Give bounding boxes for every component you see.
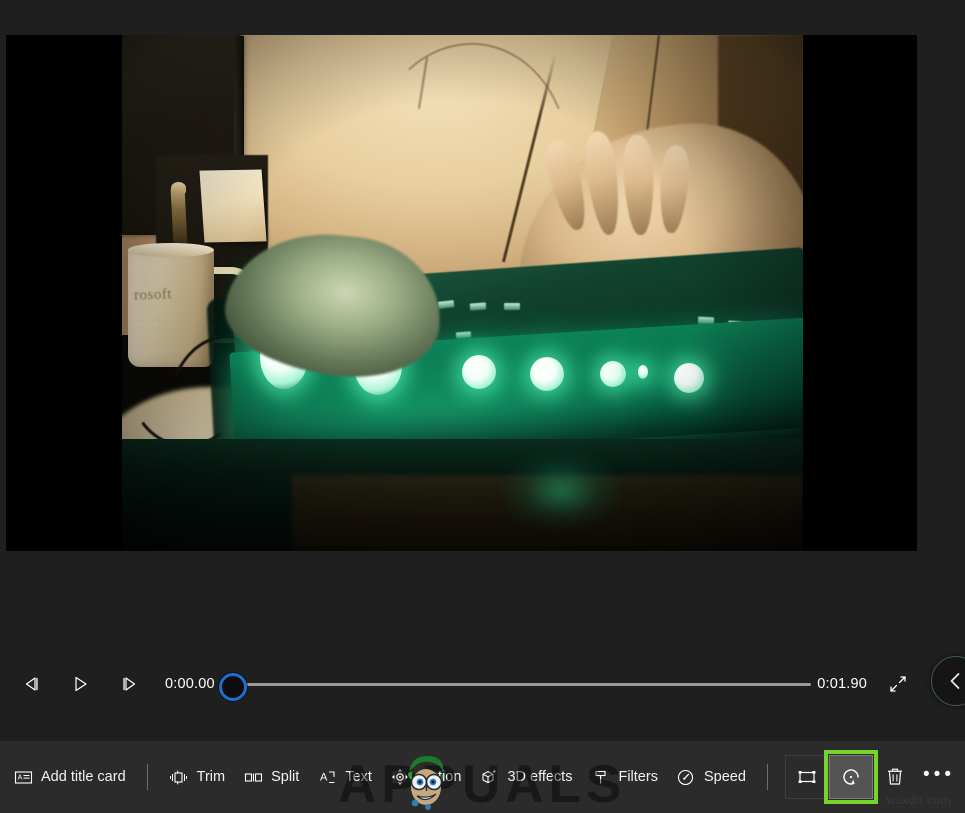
editor-toolbar: A Add title card Trim Split A Text Motio…	[0, 741, 965, 813]
video-frame: rosoft . . . . . .	[122, 35, 803, 551]
ellipsis-icon: •••	[923, 763, 955, 785]
toolbar-item-label: Trim	[196, 769, 226, 785]
title-card-icon: A	[13, 767, 33, 787]
scene-desk-reflection	[502, 451, 622, 531]
toolbar-item-label: Motion	[417, 769, 462, 785]
fullscreen-button[interactable]	[877, 664, 919, 704]
play-button[interactable]	[60, 664, 100, 704]
toolbar-item-motion[interactable]: Motion	[381, 757, 471, 797]
speed-icon	[676, 767, 696, 787]
scene-mug-subtext: . . . . . .	[136, 315, 167, 323]
previous-frame-icon	[25, 677, 38, 691]
preview-stage: rosoft . . . . . . 0:00.00 0:01.90	[0, 0, 965, 741]
chevron-left-icon	[950, 673, 960, 689]
toolbar-item-add-title-card[interactable]: A Add title card	[4, 757, 135, 797]
previous-frame-button[interactable]	[12, 664, 52, 704]
next-frame-button[interactable]	[109, 664, 149, 704]
scene-keycap	[504, 303, 520, 310]
rotate-icon	[843, 769, 859, 785]
split-icon	[243, 767, 263, 787]
toolbar-item-label: Speed	[703, 769, 746, 785]
scrubber[interactable]	[218, 664, 812, 704]
scene-mug-rim	[128, 243, 214, 257]
scene-led	[600, 361, 626, 387]
scene-led	[462, 355, 496, 389]
next-frame-icon	[123, 677, 136, 691]
toolbar-item-trim[interactable]: Trim	[160, 757, 234, 797]
three-d-effects-icon	[479, 767, 499, 787]
toolbar-separator	[766, 764, 768, 790]
svg-text:A: A	[320, 771, 328, 783]
scene-pen-tip	[171, 182, 186, 194]
toolbar-item-label: Text	[345, 769, 372, 785]
trim-icon	[169, 767, 189, 787]
svg-text:A: A	[17, 774, 22, 781]
toolbar-separator	[146, 764, 148, 790]
play-icon	[75, 676, 87, 692]
video-editor-window: rosoft . . . . . . 0:00.00 0:01.90 A Add…	[0, 0, 965, 813]
toolbar-item-label: Split	[271, 769, 300, 785]
scene-led	[638, 365, 648, 379]
scrubber-handle[interactable]	[218, 673, 247, 701]
expand-icon	[890, 676, 906, 692]
toolbar-item-filters[interactable]: Filters	[581, 757, 666, 797]
toolbar-item-split[interactable]: Split	[234, 757, 308, 797]
text-icon: A	[317, 767, 337, 787]
transport-controls: 0:00.00 0:01.90	[0, 660, 965, 708]
scene-paper	[199, 169, 267, 243]
scene-mug-logo: rosoft	[133, 286, 173, 304]
scene-led	[530, 357, 564, 391]
toolbar-item-text[interactable]: A Text	[308, 757, 381, 797]
toolbar-icon-group: •••	[785, 750, 965, 804]
scene-led	[674, 363, 704, 393]
crop-icon	[798, 771, 816, 783]
filters-icon	[590, 767, 610, 787]
current-time-label: 0:00.00	[165, 676, 215, 692]
toolbar-item-3d-effects[interactable]: 3D effects	[470, 757, 581, 797]
delete-button[interactable]	[873, 755, 917, 799]
total-time-label: 0:01.90	[817, 676, 867, 692]
toolbar-item-label: 3D effects	[507, 769, 573, 785]
scrubber-track[interactable]	[232, 682, 812, 686]
rotate-button[interactable]	[824, 750, 878, 804]
scene-keycap	[469, 302, 487, 311]
toolbar-item-label: Add title card	[41, 769, 126, 785]
trash-icon	[888, 768, 902, 785]
video-canvas[interactable]: rosoft . . . . . .	[6, 35, 917, 551]
crop-button[interactable]	[785, 755, 829, 799]
scene-pen	[170, 186, 188, 246]
see-more-button[interactable]: •••	[917, 755, 961, 799]
motion-icon	[390, 767, 410, 787]
toolbar-item-label: Filters	[618, 769, 658, 785]
toolbar-item-speed[interactable]: Speed	[667, 757, 755, 797]
